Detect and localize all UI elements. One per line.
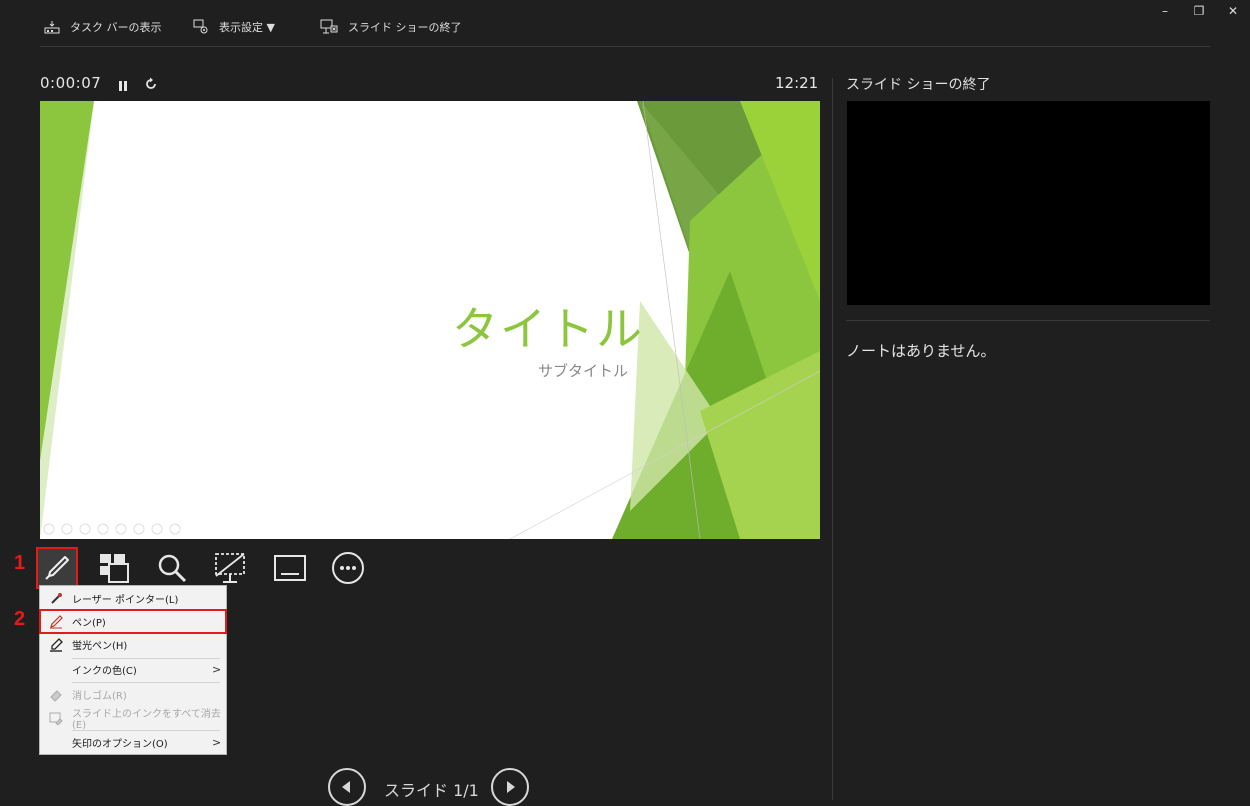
menu-item-label: レーザー ポインター(L) <box>72 595 179 606</box>
menu-item-arrow-options[interactable]: 矢印のオプション(O) > <box>40 731 226 754</box>
menu-item-highlighter[interactable]: 蛍光ペン(H) <box>40 633 226 656</box>
screen-icon <box>215 553 245 583</box>
next-slide-preview <box>847 101 1210 305</box>
previous-slide-button[interactable] <box>328 768 366 806</box>
menu-item-label: インクの色(C) <box>72 666 137 677</box>
menu-item-label: 蛍光ペン(H) <box>72 641 128 652</box>
slide-title: タイトル <box>452 302 644 356</box>
display-settings-button[interactable]: 表示設定 ▼ <box>193 16 275 38</box>
current-slide[interactable]: タイトル サブタイトル <box>40 101 820 539</box>
menu-item-pen[interactable]: ペン(P) <box>39 609 227 634</box>
pen-icon <box>45 556 69 580</box>
elapsed-timer: 0:00:07 <box>40 74 102 92</box>
submenu-arrow-icon: > <box>212 663 222 676</box>
menu-item-label: 消しゴム(R) <box>72 691 127 702</box>
zoom-icon <box>158 554 187 583</box>
clock: 12:21 <box>775 74 819 92</box>
pen-icon <box>50 614 63 628</box>
restore-button[interactable]: ❐ <box>1190 4 1208 18</box>
taskbar-label: タスク バーの表示 <box>70 21 162 34</box>
chevron-left-icon <box>342 781 350 793</box>
step-marker-1: 1 <box>14 552 26 574</box>
minimize-button[interactable]: – <box>1156 4 1174 18</box>
menu-item-ink-color[interactable]: インクの色(C) > <box>40 658 226 681</box>
black-screen-button[interactable] <box>210 548 250 588</box>
pen-tool-button[interactable] <box>36 547 78 589</box>
pen-options-menu: レーザー ポインター(L) ペン(P) 蛍光ペン(H) インクの色(C) > 消… <box>39 585 227 755</box>
next-slide-button[interactable] <box>491 768 529 806</box>
eraser-icon <box>50 689 62 702</box>
refresh-icon <box>146 77 156 89</box>
end-slideshow-icon <box>320 19 338 34</box>
speaker-notes: ノートはありません。 <box>846 342 996 360</box>
laser-pointer-icon <box>51 592 62 604</box>
next-slide-title: スライド ショーの終了 <box>846 77 991 93</box>
see-all-slides-button[interactable] <box>94 548 134 588</box>
notes-divider[interactable] <box>846 320 1210 321</box>
pause-icon <box>119 81 127 91</box>
slide-counter: スライド 1/1 <box>384 781 479 800</box>
toolbar-divider <box>40 46 1210 47</box>
all-slides-icon <box>100 554 129 583</box>
erase-all-icon <box>49 712 63 725</box>
close-button[interactable]: ✕ <box>1224 4 1242 18</box>
display-settings-icon <box>193 19 208 34</box>
taskbar-icon <box>44 21 60 34</box>
pane-divider[interactable] <box>832 78 833 800</box>
menu-item-eraser[interactable]: 消しゴム(R) <box>40 683 226 706</box>
taskbar-button[interactable]: タスク バーの表示 <box>44 16 162 38</box>
menu-item-label: スライド上のインクをすべて消去(E) <box>72 708 221 731</box>
slide-subtitle: サブタイトル <box>538 362 629 380</box>
zoom-button[interactable] <box>152 548 192 588</box>
menu-item-label: ペン(P) <box>72 618 106 629</box>
more-options-icon <box>332 552 364 584</box>
slide-background-shapes <box>40 101 820 539</box>
menu-item-laser-pointer[interactable]: レーザー ポインター(L) <box>40 587 226 610</box>
end-slideshow-label: スライド ショーの終了 <box>348 21 462 34</box>
display-settings-label: 表示設定 ▼ <box>219 21 275 34</box>
menu-item-erase-all[interactable]: スライド上のインクをすべて消去(E) <box>40 706 226 731</box>
subtitles-button[interactable] <box>270 548 310 588</box>
pause-button[interactable] <box>117 77 129 96</box>
subtitles-icon <box>274 555 306 581</box>
reset-timer-button[interactable] <box>144 76 158 95</box>
step-marker-2: 2 <box>14 608 26 630</box>
highlighter-icon <box>50 637 63 652</box>
more-options-button[interactable] <box>328 548 368 588</box>
submenu-arrow-icon: > <box>212 736 222 749</box>
menu-item-label: 矢印のオプション(O) <box>72 739 168 750</box>
chevron-right-icon <box>507 781 515 793</box>
end-slideshow-button[interactable]: スライド ショーの終了 <box>320 16 462 38</box>
